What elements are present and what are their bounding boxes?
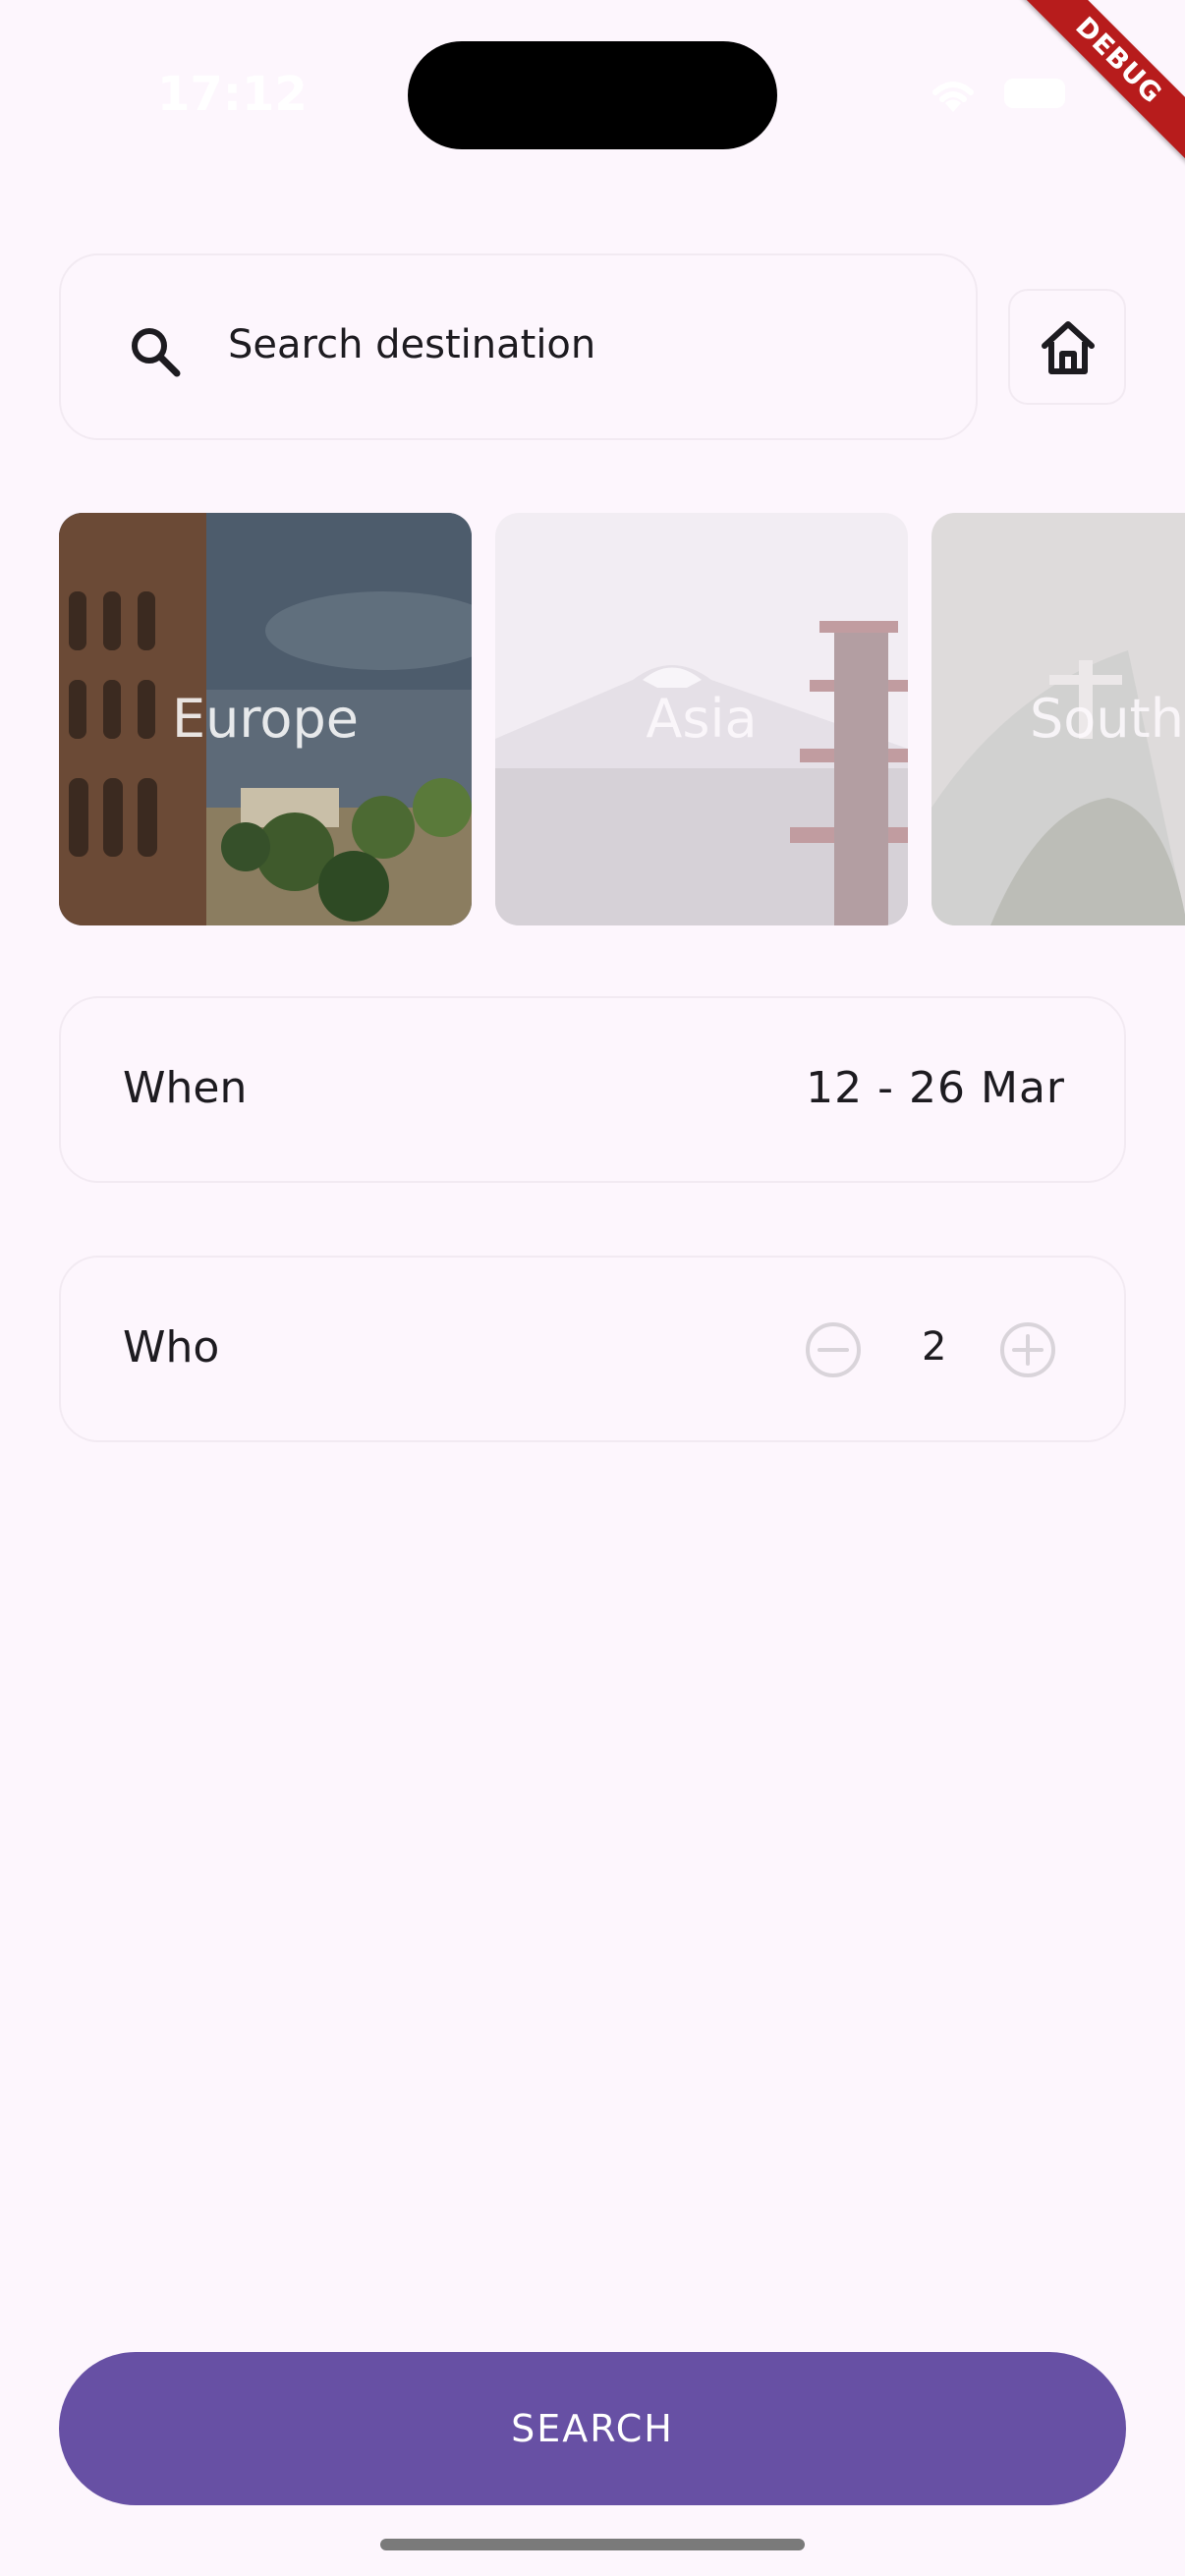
status-time: 17:12 bbox=[157, 67, 308, 122]
destination-label: Europe bbox=[172, 688, 359, 750]
home-button[interactable] bbox=[1008, 289, 1126, 405]
destination-card-asia[interactable]: Asia bbox=[495, 513, 908, 925]
when-value: 12 - 26 Mar bbox=[806, 1063, 1065, 1113]
search-placeholder: Search destination bbox=[228, 322, 596, 367]
wifi-icon bbox=[932, 82, 974, 112]
debug-banner: DEBUG bbox=[1008, 0, 1185, 177]
when-field[interactable]: When 12 - 26 Mar bbox=[59, 996, 1126, 1183]
dynamic-island bbox=[408, 41, 777, 149]
destination-card-south-america[interactable]: South America bbox=[931, 513, 1185, 925]
destination-label: Asia bbox=[646, 688, 758, 750]
when-label: When bbox=[123, 1063, 248, 1113]
home-icon bbox=[1042, 321, 1095, 374]
decrement-button[interactable] bbox=[804, 1320, 863, 1379]
destination-card-europe[interactable]: Europe bbox=[59, 513, 472, 925]
home-indicator[interactable] bbox=[380, 2539, 805, 2550]
increment-button[interactable] bbox=[998, 1320, 1057, 1379]
search-icon bbox=[132, 328, 181, 377]
destination-carousel[interactable]: Europe Asia South America bbox=[0, 513, 1185, 925]
who-field: Who 2 bbox=[59, 1256, 1126, 1442]
guest-count: 2 bbox=[922, 1324, 947, 1370]
search-input[interactable]: Search destination bbox=[59, 253, 978, 440]
who-label: Who bbox=[123, 1322, 220, 1372]
search-button[interactable]: SEARCH bbox=[59, 2352, 1126, 2505]
destination-label: South America bbox=[1030, 688, 1185, 750]
debug-label: DEBUG bbox=[1012, 0, 1185, 167]
